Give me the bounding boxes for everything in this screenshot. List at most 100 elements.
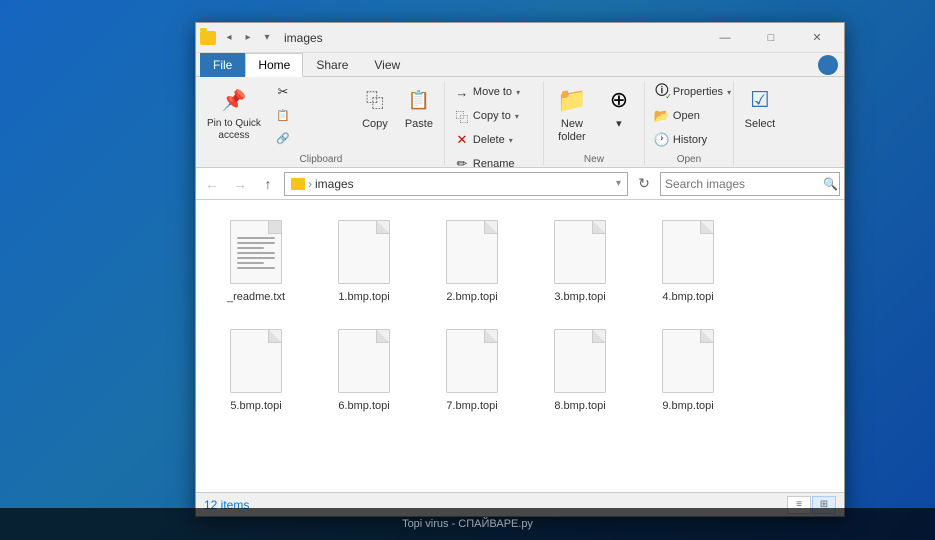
- file-item[interactable]: 7.bmp.topi: [422, 319, 522, 420]
- minimize-button[interactable]: —: [702, 23, 748, 53]
- back-button[interactable]: ←: [200, 172, 224, 196]
- file-icon-wrap: [334, 326, 394, 396]
- address-bar: ← → ↑ › images ▾ ↻ 🔍: [196, 168, 844, 200]
- doc-icon: [662, 329, 714, 393]
- search-box[interactable]: 🔍: [660, 172, 840, 196]
- open-group-label: Open: [649, 152, 729, 165]
- paste-label: Paste: [405, 118, 433, 131]
- file-icon-wrap: [442, 217, 502, 287]
- doc-icon: [662, 220, 714, 284]
- copy-to-button[interactable]: ⿻ Copy to ▾: [449, 105, 539, 127]
- delete-button[interactable]: ✕ Delete ▾: [449, 129, 539, 151]
- file-name: 9.bmp.topi: [662, 400, 713, 413]
- file-item[interactable]: _readme.txt: [206, 210, 306, 311]
- path-separator: ›: [308, 177, 312, 191]
- new-group-label: New: [548, 152, 640, 165]
- file-item[interactable]: 9.bmp.topi: [638, 319, 738, 420]
- txt-icon: [230, 220, 282, 284]
- paste-shortcut-icon: 🔗: [275, 130, 291, 146]
- file-item[interactable]: 6.bmp.topi: [314, 319, 414, 420]
- copy-to-chevron: ▾: [515, 112, 519, 121]
- quick-access-btns: ◂ ▸ ▾: [220, 29, 276, 47]
- select-items: ☑ Select: [738, 81, 782, 152]
- cut-icon: ✂: [275, 84, 291, 100]
- help-button[interactable]: [818, 55, 838, 75]
- file-name: 6.bmp.topi: [338, 400, 389, 413]
- doc-icon: [446, 220, 498, 284]
- doc-icon: [446, 329, 498, 393]
- file-item[interactable]: 1.bmp.topi: [314, 210, 414, 311]
- file-name: 5.bmp.topi: [230, 400, 281, 413]
- pin-icon: 📌: [218, 84, 250, 116]
- new-item-button[interactable]: ⊕ ▾: [598, 81, 640, 134]
- window-title: images: [280, 31, 702, 45]
- select-button[interactable]: ☑ Select: [738, 81, 782, 134]
- new-item-label: ▾: [616, 118, 622, 131]
- paste-shortcut-button[interactable]: 🔗: [270, 127, 350, 149]
- copy-button[interactable]: ⿻ Copy: [354, 81, 396, 134]
- file-item[interactable]: 4.bmp.topi: [638, 210, 738, 311]
- select-icon: ☑: [744, 84, 776, 116]
- properties-button[interactable]: 🛈 ✓ Properties ▾: [649, 81, 729, 103]
- tab-view[interactable]: View: [361, 53, 413, 77]
- doc-icon: [338, 329, 390, 393]
- path-text: images: [315, 177, 354, 191]
- file-name: 4.bmp.topi: [662, 291, 713, 304]
- open-items: 🛈 ✓ Properties ▾ 📂 Open: [649, 81, 729, 152]
- search-icon[interactable]: 🔍: [823, 176, 838, 192]
- copy-to-icon: ⿻: [454, 108, 470, 124]
- move-to-button[interactable]: → Move to ▾: [449, 81, 539, 103]
- file-name: _readme.txt: [227, 291, 285, 304]
- pin-quick-access-button[interactable]: 📌 Pin to Quickaccess: [202, 81, 266, 145]
- file-item[interactable]: 8.bmp.topi: [530, 319, 630, 420]
- file-grid: _readme.txt 1.bmp.topi 2.bmp.topi 3.bmp.top…: [206, 210, 834, 420]
- file-name: 3.bmp.topi: [554, 291, 605, 304]
- folder-icon: [200, 31, 216, 45]
- open-button[interactable]: 📂 Open: [649, 105, 729, 127]
- title-bar-icons: ◂ ▸ ▾: [200, 29, 276, 47]
- ribbon-group-organize: → Move to ▾ ⿻ Copy to ▾ ✕: [445, 81, 544, 165]
- file-name: 2.bmp.topi: [446, 291, 497, 304]
- forward-btn-title[interactable]: ▸: [239, 29, 257, 47]
- copy-path-icon: 📋: [275, 107, 291, 123]
- file-icon-wrap: [226, 326, 286, 396]
- tab-file[interactable]: File: [200, 53, 245, 77]
- refresh-button[interactable]: ↻: [632, 172, 656, 196]
- move-to-icon: →: [454, 84, 470, 100]
- properties-label: Properties: [673, 86, 723, 98]
- clipboard-group-label: Clipboard: [202, 152, 440, 165]
- cut-button[interactable]: ✂: [270, 81, 350, 103]
- tab-home[interactable]: Home: [245, 53, 303, 77]
- copy-path-button[interactable]: 📋: [270, 104, 350, 126]
- file-item[interactable]: 3.bmp.topi: [530, 210, 630, 311]
- copy-label: Copy: [362, 118, 388, 131]
- doc-icon: [338, 220, 390, 284]
- back-btn-title[interactable]: ◂: [220, 29, 238, 47]
- address-path[interactable]: › images ▾: [284, 172, 628, 196]
- tab-share[interactable]: Share: [303, 53, 361, 77]
- file-item[interactable]: 2.bmp.topi: [422, 210, 522, 311]
- copy-icon: ⿻: [359, 84, 391, 116]
- close-button[interactable]: ✕: [794, 23, 840, 53]
- maximize-button[interactable]: □: [748, 23, 794, 53]
- move-to-chevron: ▾: [516, 88, 520, 97]
- file-icon-wrap: [658, 326, 718, 396]
- history-icon: 🕐: [654, 132, 670, 148]
- ribbon-group-open: 🛈 ✓ Properties ▾ 📂 Open: [645, 81, 734, 165]
- ribbon-content: 📌 Pin to Quickaccess ✂ 📋: [196, 77, 844, 167]
- up-button[interactable]: ↑: [256, 172, 280, 196]
- forward-button[interactable]: →: [228, 172, 252, 196]
- history-button[interactable]: 🕐 History: [649, 129, 729, 151]
- file-name: 7.bmp.topi: [446, 400, 497, 413]
- search-input[interactable]: [665, 177, 820, 191]
- new-folder-button[interactable]: 📁 Newfolder: [548, 81, 596, 147]
- desktop: ◂ ▸ ▾ images — □ ✕ File Home Share View: [0, 0, 935, 540]
- file-icon-wrap: [658, 217, 718, 287]
- dropdown-btn-title[interactable]: ▾: [258, 29, 276, 47]
- taskbar: Topi virus - СПАЙВАРЕ.ру: [0, 508, 935, 540]
- file-item[interactable]: 5.bmp.topi: [206, 319, 306, 420]
- file-icon-wrap: [550, 217, 610, 287]
- paste-icon: 📋: [403, 84, 435, 116]
- doc-icon: [230, 329, 282, 393]
- paste-button[interactable]: 📋 Paste: [398, 81, 440, 134]
